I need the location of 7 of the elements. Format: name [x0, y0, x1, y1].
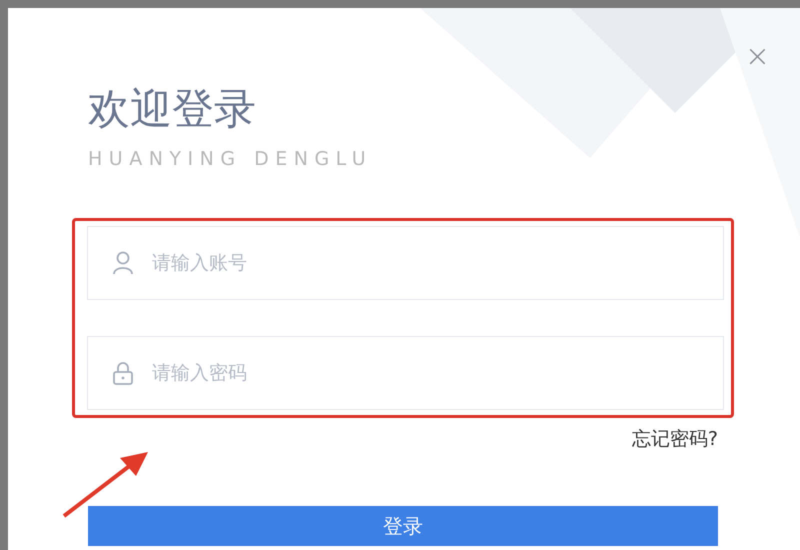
- forgot-password-link[interactable]: 忘记密码?: [632, 426, 718, 452]
- dialog-title: 欢迎登录: [88, 86, 257, 132]
- username-field[interactable]: 请输入账号: [87, 226, 724, 300]
- close-button[interactable]: ×: [744, 42, 770, 72]
- login-button[interactable]: 登录: [88, 506, 718, 546]
- dialog-subtitle: HUANYING DENGLU: [88, 148, 374, 170]
- password-field[interactable]: 请输入密码: [87, 336, 724, 410]
